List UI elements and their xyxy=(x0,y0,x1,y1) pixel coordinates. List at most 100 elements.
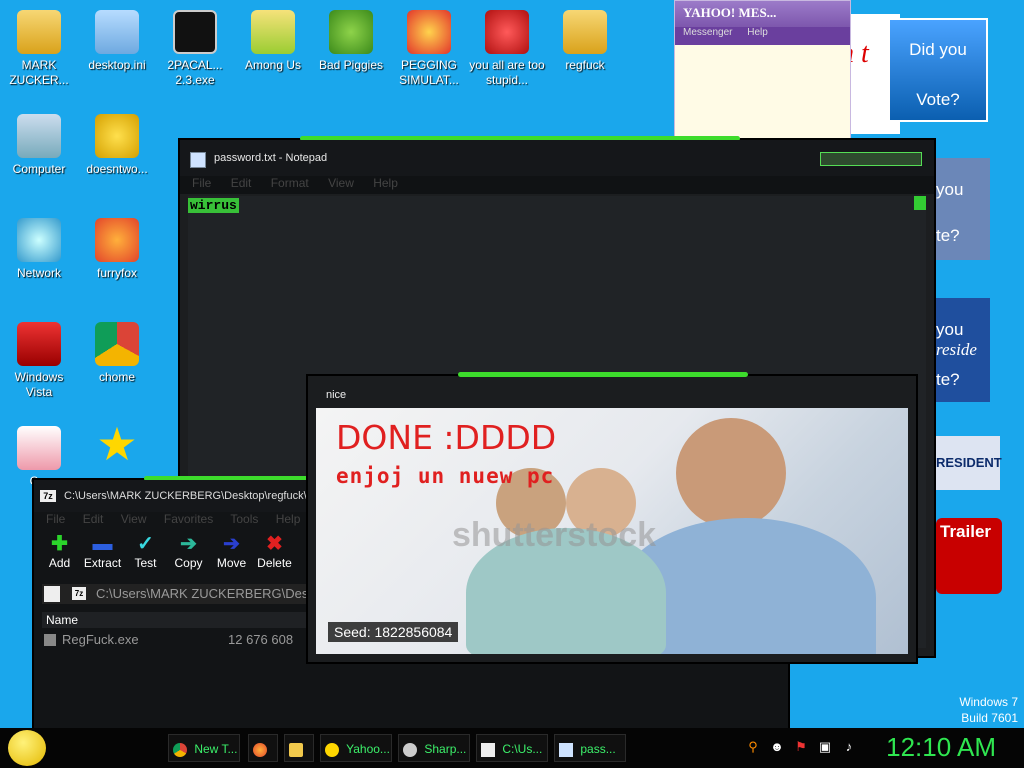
minus-icon: ▬ xyxy=(92,533,113,555)
scrollbar[interactable] xyxy=(914,196,926,210)
enjoj-subline: enjoj un nuew pc xyxy=(336,464,555,488)
taskbar-sharp[interactable]: Sharp... xyxy=(398,734,470,762)
taskbar-7zip-label: C:\Us... xyxy=(502,742,543,756)
menu-view[interactable]: View xyxy=(328,176,354,190)
president-ad-line2: reside xyxy=(936,340,977,359)
desktop-icon-bad-piggies[interactable]: Bad Piggies xyxy=(312,10,390,73)
desktop-icon-label: Computer xyxy=(12,162,66,176)
desktop-icon-desktop-ini[interactable]: desktop.ini xyxy=(78,10,156,73)
menu-edit[interactable]: Edit xyxy=(231,176,252,190)
desktop-icon-windows-vista[interactable]: Windows Vista xyxy=(0,322,78,400)
check-icon: ✓ xyxy=(137,533,154,555)
add-button[interactable]: ✚ Add xyxy=(38,532,81,580)
vote-ad-bottom: Vote? xyxy=(916,90,960,109)
seed-label: Seed: 1822856084 xyxy=(328,622,459,642)
notepad-title-bar[interactable]: password.txt - Notepad xyxy=(180,140,934,176)
paint-icon xyxy=(17,426,61,470)
menu-file[interactable]: File xyxy=(192,176,211,190)
taskbar-chrome[interactable]: New T... xyxy=(168,734,240,762)
desktop-icon-doesntwork[interactable]: doesntwo... xyxy=(78,114,156,177)
desktop-icon-regfuck[interactable]: regfuck xyxy=(546,10,624,73)
taskbar-notepad[interactable]: pass... xyxy=(554,734,626,762)
taskbar-explorer[interactable] xyxy=(284,734,314,762)
clock[interactable]: 12:10 AM xyxy=(886,732,996,763)
taskbar-yahoo[interactable]: Yahoo... xyxy=(320,734,392,762)
desktop-icon-label: Network xyxy=(16,266,61,280)
up-folder-icon[interactable] xyxy=(44,586,60,602)
desktop-icon-you-all-are-too-stupid[interactable]: you all are too stupid... xyxy=(468,10,546,88)
yahoo-smiley-icon xyxy=(95,114,139,158)
action-center-flag-icon[interactable]: ⚑ xyxy=(794,740,808,754)
firefox-icon xyxy=(253,742,267,757)
7zip-icon xyxy=(481,742,495,757)
nice-title[interactable]: nice xyxy=(308,376,916,408)
desktop-icon-pegging-simulator[interactable]: PEGGING SIMULAT... xyxy=(390,10,468,88)
desktop-icon-furryfox[interactable]: furryfox xyxy=(78,218,156,281)
desktop-icon-computer[interactable]: Computer xyxy=(0,114,78,177)
menu-edit[interactable]: Edit xyxy=(83,512,104,526)
desktop-icon-mark-zuckerberg[interactable]: MARK ZUCKER... xyxy=(0,10,78,88)
yahoo-messenger-window[interactable]: YAHOO! MES... Messenger Help xyxy=(674,0,851,142)
taskbar-firefox[interactable] xyxy=(248,734,278,762)
menu-help[interactable]: Help xyxy=(276,512,301,526)
delete-button[interactable]: ✖ Delete xyxy=(253,532,296,580)
add-label: Add xyxy=(48,556,71,570)
menu-messenger[interactable]: Messenger xyxy=(683,27,732,38)
title-glow xyxy=(458,372,748,377)
smiley-icon[interactable]: ☻ xyxy=(770,740,784,754)
menu-help[interactable]: Help xyxy=(747,27,768,38)
menu-view[interactable]: View xyxy=(121,512,147,526)
trailer-ad[interactable]: Trailer xyxy=(936,518,1002,594)
copy-button[interactable]: ➔ Copy xyxy=(167,532,210,580)
start-button[interactable] xyxy=(8,730,46,766)
call-center-photo: DONE :DDDD enjoj un nuew pc shutterstock… xyxy=(316,408,908,654)
volume-icon[interactable]: ♪ xyxy=(842,740,856,754)
taskbar-7zip[interactable]: C:\Us... xyxy=(476,734,548,762)
menu-format[interactable]: Format xyxy=(271,176,309,190)
copy-label: Copy xyxy=(174,556,203,570)
desktop-icon-label: PEGGING SIMULAT... xyxy=(399,58,459,87)
delete-x-icon: ✖ xyxy=(266,533,283,555)
desktop-icon-label: you all are too stupid... xyxy=(469,58,545,87)
yahoo-messenger-title[interactable]: YAHOO! MES... xyxy=(675,1,850,27)
notepad-menu-bar: File Edit Format View Help xyxy=(180,176,934,194)
menu-help[interactable]: Help xyxy=(373,176,398,190)
window-controls[interactable] xyxy=(820,152,922,166)
pig-icon xyxy=(329,10,373,54)
search-icon[interactable]: ⚲ xyxy=(746,740,760,754)
move-button[interactable]: ➔ Move xyxy=(210,532,253,580)
move-label: Move xyxy=(216,556,247,570)
console-icon xyxy=(173,10,217,54)
chrome-icon xyxy=(173,742,187,757)
desktop-icon-network[interactable]: Network xyxy=(0,218,78,281)
president-ad[interactable]: you reside te? xyxy=(936,298,990,402)
taskbar: New T... Yahoo... Sharp... C:\Us... pass… xyxy=(0,728,1024,768)
copy-arrow-icon: ➔ xyxy=(180,533,197,555)
vote-ad-2[interactable]: you te? xyxy=(936,158,990,260)
desktop-icon-star[interactable]: ★ xyxy=(78,418,156,470)
trailer-ad-text: Trailer xyxy=(940,522,992,541)
menu-tools[interactable]: Tools xyxy=(230,512,258,526)
president-ad-line3: te? xyxy=(936,370,960,389)
vote-ad[interactable]: Did you Vote? xyxy=(888,18,988,122)
resident-ad[interactable]: RESIDENT xyxy=(936,436,1002,490)
windows-build-watermark: Windows 7 Build 7601 xyxy=(959,694,1018,726)
desktop-icon-chome[interactable]: chome xyxy=(78,322,156,385)
extract-button[interactable]: ▬ Extract xyxy=(81,532,124,580)
menu-file[interactable]: File xyxy=(46,512,65,526)
desktop-icon-among-us[interactable]: Among Us xyxy=(234,10,312,73)
file-size: 12 676 608 xyxy=(228,632,294,647)
desktop-icon-label: Bad Piggies xyxy=(318,58,384,72)
test-button[interactable]: ✓ Test xyxy=(124,532,167,580)
menu-favorites[interactable]: Favorites xyxy=(164,512,213,526)
nice-window[interactable]: nice DONE :DDDD enjoj un nuew pc shutter… xyxy=(306,372,918,664)
star-icon: ★ xyxy=(96,418,138,470)
desktop-icon-2pacal[interactable]: 2PACAL... 2.3.exe xyxy=(156,10,234,88)
notepad-selected-text: wirrus xyxy=(188,198,239,213)
president-ad-line1: you xyxy=(936,320,964,339)
yahoo-messenger-menu: Messenger Help xyxy=(675,27,850,41)
game-icon xyxy=(251,10,295,54)
network-icon[interactable]: ▣ xyxy=(818,740,832,754)
column-name[interactable]: Name xyxy=(46,613,78,627)
windows-version: Windows 7 xyxy=(959,695,1018,709)
